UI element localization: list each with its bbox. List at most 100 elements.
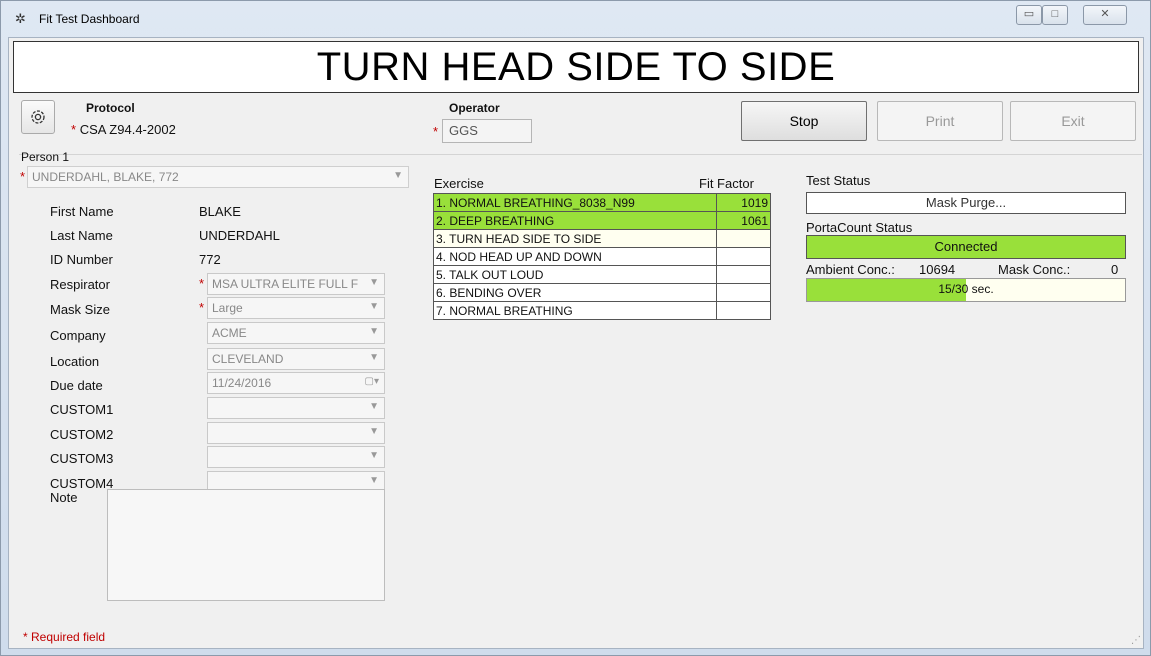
required-field-note: * Required field	[23, 630, 106, 644]
exercise-name: 1. NORMAL BREATHING_8038_N99	[433, 193, 717, 212]
table-row: 1. NORMAL BREATHING_8038_N99 1019	[433, 193, 771, 212]
settings-button[interactable]	[21, 100, 55, 134]
custom2-label: CUSTOM2	[50, 427, 114, 442]
protocol-value: * CSA Z94.4-2002	[71, 122, 176, 137]
chevron-down-icon: ▼	[369, 426, 379, 437]
chevron-down-icon: ▼	[369, 301, 379, 312]
portacount-status-value: Connected	[806, 235, 1126, 259]
maximize-button[interactable]: □	[1042, 5, 1068, 25]
fit-factor-value	[716, 247, 771, 266]
company-select[interactable]: ACME ▼	[207, 322, 385, 344]
due-date-label: Due date	[50, 378, 103, 393]
required-marker: *	[433, 124, 439, 139]
mask-conc-label: Mask Conc.:	[998, 262, 1071, 277]
protocol-text: CSA Z94.4-2002	[79, 122, 176, 137]
table-row: 3. TURN HEAD SIDE TO SIDE	[433, 229, 771, 248]
required-marker: *	[20, 169, 26, 184]
mask-size-select[interactable]: Large ▼	[207, 297, 385, 319]
client-area: TURN HEAD SIDE TO SIDE Protocol * CSA Z9…	[8, 37, 1144, 649]
fit-factor-value: 1061	[716, 211, 771, 230]
location-select[interactable]: CLEVELAND ▼	[207, 348, 385, 370]
tsi-logo-icon: ✲	[15, 11, 26, 26]
exercise-progress-bar: 15/30 sec.	[806, 278, 1126, 302]
exercise-name: 7. NORMAL BREATHING	[433, 301, 717, 320]
due-date-value: 11/24/2016	[212, 376, 272, 390]
mask-conc-value: 0	[1111, 262, 1119, 277]
exercise-name: 6. BENDING OVER	[433, 283, 717, 302]
fit-factor-value	[716, 301, 771, 320]
fit-factor-value	[716, 265, 771, 284]
chevron-down-icon: ▼	[369, 401, 379, 412]
chevron-down-icon: ▼	[369, 277, 379, 288]
required-marker: *	[199, 300, 205, 315]
exercise-column-header: Exercise	[434, 176, 484, 191]
note-label: Note	[50, 490, 78, 505]
location-value: CLEVELAND	[212, 352, 284, 366]
respirator-value: MSA ULTRA ELITE FULL F	[212, 277, 359, 291]
exercise-banner: TURN HEAD SIDE TO SIDE	[13, 41, 1139, 93]
app-window: ✲ Fit Test Dashboard ▭ □ ✕ TURN HEAD SID…	[0, 0, 1151, 656]
custom3-label: CUSTOM3	[50, 451, 114, 466]
ambient-conc-value: 10694	[919, 262, 956, 277]
resize-grip-icon[interactable]: ⋰	[1131, 635, 1141, 646]
table-row: 4. NOD HEAD UP AND DOWN	[433, 247, 771, 266]
last-name-label: Last Name	[50, 228, 113, 243]
due-date-picker[interactable]: 11/24/2016 ▢▾	[207, 372, 385, 394]
id-number-value: 772	[199, 252, 221, 267]
stop-button[interactable]: Stop	[741, 101, 867, 141]
mask-size-value: Large	[212, 301, 243, 315]
exit-button[interactable]: Exit	[1010, 101, 1136, 141]
first-name-value: BLAKE	[199, 204, 241, 219]
print-button[interactable]: Print	[877, 101, 1003, 141]
required-marker: *	[199, 276, 205, 291]
custom1-select[interactable]: ▼	[207, 397, 385, 419]
exercise-name: 5. TALK OUT LOUD	[433, 265, 717, 284]
respirator-select[interactable]: MSA ULTRA ELITE FULL F ▼	[207, 273, 385, 295]
calendar-icon: ▢▾	[364, 376, 379, 387]
operator-field[interactable]: GGS	[442, 119, 532, 143]
test-status-label: Test Status	[806, 173, 871, 188]
window-title: Fit Test Dashboard	[39, 12, 140, 26]
required-marker: *	[71, 122, 77, 137]
custom4-label: CUSTOM4	[50, 476, 114, 491]
table-row: 2. DEEP BREATHING 1061	[433, 211, 771, 230]
fit-factor-value: 1019	[716, 193, 771, 212]
ambient-conc-label: Ambient Conc.:	[806, 262, 895, 277]
title-bar[interactable]: ✲ Fit Test Dashboard ▭ □ ✕	[1, 1, 1150, 37]
custom1-label: CUSTOM1	[50, 402, 114, 417]
last-name-value: UNDERDAHL	[199, 228, 280, 243]
exercise-name: 2. DEEP BREATHING	[433, 211, 717, 230]
exercise-name: 4. NOD HEAD UP AND DOWN	[433, 247, 717, 266]
chevron-down-icon: ▼	[393, 170, 403, 181]
respirator-label: Respirator	[50, 277, 110, 292]
exercise-name: 3. TURN HEAD SIDE TO SIDE	[433, 229, 717, 248]
test-status-value: Mask Purge...	[806, 192, 1126, 214]
fit-factor-value	[716, 229, 771, 248]
person-select[interactable]: UNDERDAHL, BLAKE, 772 ▼	[27, 166, 409, 188]
person-label: Person 1	[21, 150, 70, 164]
close-button[interactable]: ✕	[1083, 5, 1127, 25]
operator-label: Operator	[449, 101, 500, 115]
chevron-down-icon: ▼	[369, 475, 379, 486]
company-value: ACME	[212, 326, 247, 340]
chevron-down-icon: ▼	[369, 450, 379, 461]
table-row: 6. BENDING OVER	[433, 283, 771, 302]
minimize-button[interactable]: ▭	[1016, 5, 1042, 25]
person-select-value: UNDERDAHL, BLAKE, 772	[32, 170, 179, 184]
portacount-status-label: PortaCount Status	[806, 220, 913, 235]
location-label: Location	[50, 354, 100, 369]
progress-text: 15/30 sec.	[938, 282, 994, 296]
first-name-label: First Name	[50, 204, 114, 219]
fit-factor-column-header: Fit Factor	[699, 176, 754, 191]
table-row: 5. TALK OUT LOUD	[433, 265, 771, 284]
table-row: 7. NORMAL BREATHING	[433, 301, 771, 320]
chevron-down-icon: ▼	[369, 326, 379, 337]
id-number-label: ID Number	[50, 252, 113, 267]
fit-factor-value	[716, 283, 771, 302]
custom3-select[interactable]: ▼	[207, 446, 385, 468]
company-label: Company	[50, 328, 106, 343]
exercise-table: 1. NORMAL BREATHING_8038_N99 1019 2. DEEP …	[433, 193, 771, 320]
chevron-down-icon: ▼	[369, 352, 379, 363]
custom2-select[interactable]: ▼	[207, 422, 385, 444]
note-textarea[interactable]	[107, 489, 385, 601]
